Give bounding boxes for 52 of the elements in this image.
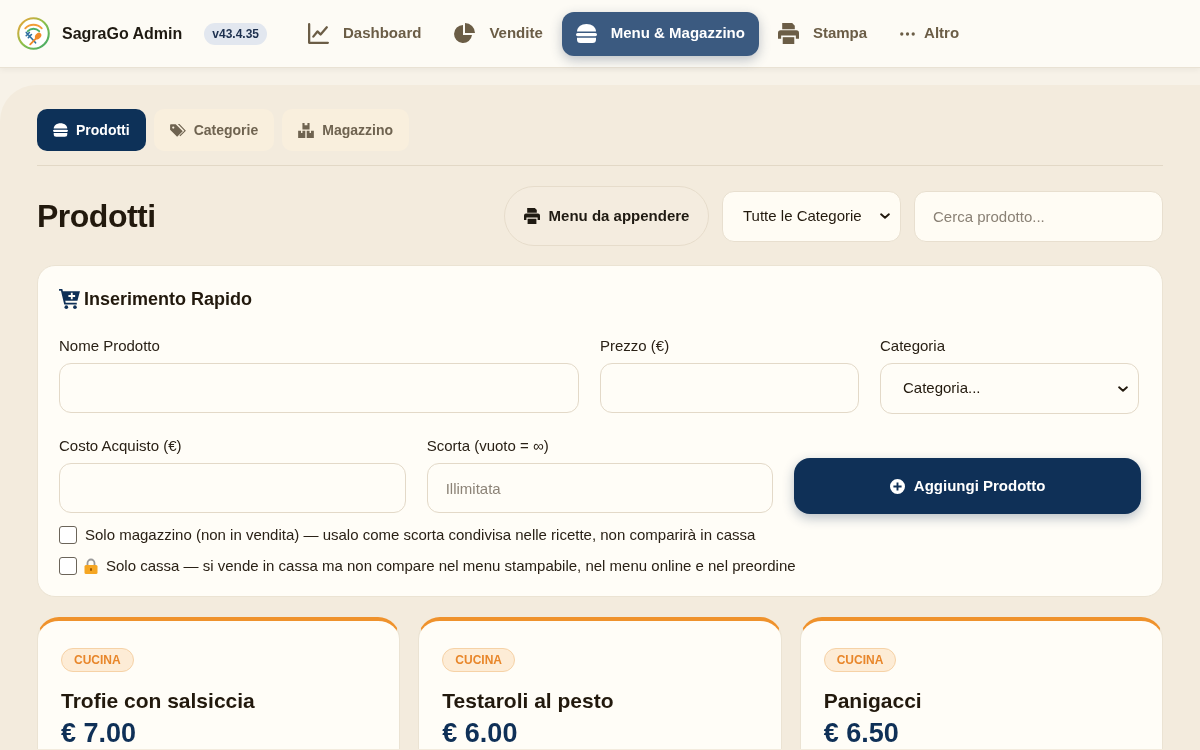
product-name: Panigacci: [823, 689, 923, 713]
burger-icon: [575, 24, 597, 43]
sub-tab[interactable]: Magazzino: [282, 109, 409, 151]
chevron-down-icon: [1118, 385, 1128, 392]
category-filter-select[interactable]: Tutte le Categorie: [722, 190, 901, 242]
version-badge: v43.4.35: [204, 22, 268, 45]
field-label: Categoria: [880, 337, 947, 355]
add-product-button[interactable]: Aggiungi Prodotto: [794, 458, 1141, 514]
product-name: Testaroli al pesto: [442, 689, 615, 713]
page-title: Prodotti: [37, 197, 156, 236]
boxes-icon: [298, 122, 315, 138]
pie-chart-icon: [454, 23, 476, 44]
product-name: Trofie con salsiccia: [61, 689, 256, 713]
input-field[interactable]: [59, 463, 406, 513]
nav-tab[interactable]: Vendite: [440, 11, 557, 56]
chevron-down-icon: [880, 213, 890, 219]
field-label: Prezzo (€): [600, 337, 671, 355]
cart-plus-icon: [59, 289, 80, 309]
search-field[interactable]: Cerca prodotto...: [914, 190, 1163, 242]
checkbox[interactable]: [59, 526, 77, 544]
app-title: SagraGo Admin: [62, 23, 183, 44]
checkbox-label: Solo magazzino (non in vendita) — usalo come scorta condivisa nelle ricette, non comparirà in cassa: [85, 524, 756, 545]
line-chart-icon: [308, 23, 330, 44]
category-tag: CUCINA: [823, 648, 897, 672]
section-title: Inserimento Rapido: [84, 287, 253, 311]
category-tag: CUCINA: [61, 648, 134, 672]
category-select[interactable]: Categoria...: [880, 363, 1139, 414]
print-menu-button[interactable]: Menu da appendere: [504, 186, 709, 246]
field-label: Nome Prodotto: [59, 337, 161, 355]
checkbox[interactable]: [59, 557, 77, 575]
more-icon: [900, 31, 916, 36]
input-field[interactable]: [59, 363, 579, 413]
product-price: € 6.50: [823, 720, 900, 747]
nav-tab[interactable]: Dashboard: [294, 11, 436, 56]
tag-icon: [169, 123, 186, 137]
sub-tab[interactable]: Categorie: [153, 109, 275, 151]
nav-tab[interactable]: Menu & Magazzino: [561, 11, 759, 56]
field-label: Scorta (vuoto = ∞): [426, 437, 550, 455]
category-tag: CUCINA: [442, 648, 515, 672]
logo-icon: [17, 17, 50, 50]
input-field[interactable]: [600, 363, 859, 413]
product-price: € 7.00: [61, 720, 138, 747]
input-field[interactable]: Illimitata: [426, 463, 774, 513]
burger-icon: [53, 123, 68, 137]
nav-tab[interactable]: Altro: [886, 11, 974, 56]
checkbox-label: Solo cassa — si vende in cassa ma non compare nel menu stampabile, nel menu online e nel preordine: [106, 555, 796, 576]
sub-tab[interactable]: Prodotti: [37, 109, 146, 151]
product-price: € 6.00: [442, 720, 519, 747]
field-label: Costo Acquisto (€): [59, 437, 183, 455]
printer-icon: [523, 208, 540, 224]
printer-icon: [777, 23, 799, 44]
nav-tab[interactable]: Stampa: [763, 11, 882, 56]
